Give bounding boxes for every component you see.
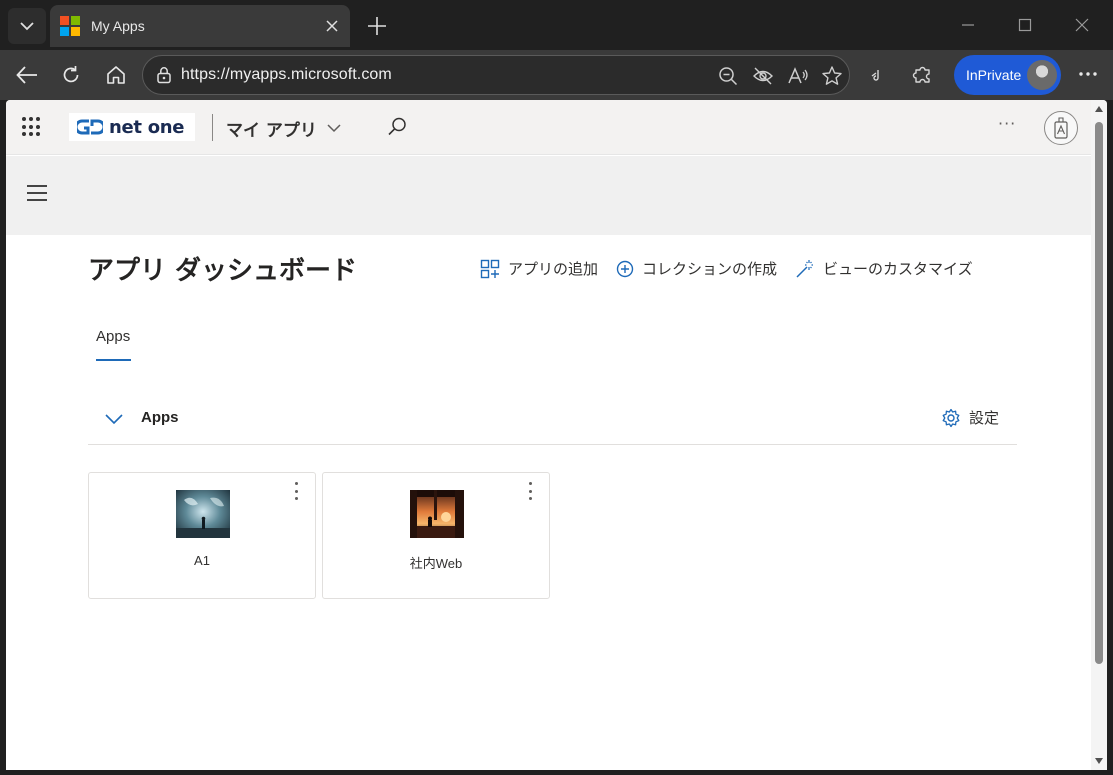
app-tiles: A1 社内Web <box>88 472 550 599</box>
create-collection-label: コレクションの作成 <box>642 260 778 278</box>
section-title: Apps <box>141 409 179 426</box>
tile-more-options-icon[interactable] <box>523 482 537 500</box>
tracking-prevention-icon[interactable] <box>752 65 774 87</box>
close-icon <box>1075 18 1089 32</box>
minimize-icon <box>962 24 974 26</box>
header-more-button[interactable]: ··· <box>998 114 1016 133</box>
hamburger-menu-icon[interactable] <box>27 185 47 201</box>
company-logo[interactable]: net one <box>69 113 195 141</box>
favorite-star-icon[interactable] <box>821 65 843 87</box>
profile-avatar <box>1027 60 1057 90</box>
tab-close-button[interactable] <box>322 16 342 36</box>
close-icon <box>326 20 338 32</box>
back-arrow-icon <box>16 66 37 84</box>
maximize-icon <box>1018 18 1032 32</box>
app-tile-a1[interactable]: A1 <box>88 472 316 599</box>
app-title: マイ アプリ <box>226 121 317 141</box>
inprivate-label: InPrivate <box>966 67 1022 83</box>
url-text[interactable]: https://myapps.microsoft.com <box>181 66 392 84</box>
tab-actions-menu-button[interactable] <box>8 8 46 44</box>
tab-apps[interactable]: Apps <box>96 328 130 345</box>
app-label: A1 <box>194 553 210 568</box>
settings-label: 設定 <box>968 409 999 427</box>
account-avatar[interactable] <box>1044 111 1078 145</box>
scroll-up-arrow-icon[interactable] <box>1095 106 1103 112</box>
page-viewport: net one マイ アプリ ··· アプリ ダッシュボード アプリの追加 コレ… <box>6 100 1107 770</box>
page-scrollbar[interactable] <box>1091 100 1107 770</box>
extensions-puzzle-icon[interactable] <box>909 60 937 88</box>
app-thumbnail-stormy-figure <box>176 490 230 538</box>
zoom-out-icon[interactable] <box>717 65 739 87</box>
app-thumbnail-sunset-room <box>410 490 464 538</box>
brand-text: net one <box>109 116 185 138</box>
chevron-down-icon <box>20 22 34 31</box>
app-header: net one マイ アプリ ··· <box>6 100 1091 155</box>
search-icon <box>388 117 406 136</box>
add-app-label: アプリの追加 <box>508 260 599 278</box>
lock-icon[interactable] <box>154 65 174 85</box>
home-button[interactable] <box>101 61 131 89</box>
create-collection-button[interactable]: コレクションの作成 <box>616 258 777 279</box>
app-label: 社内Web <box>409 556 463 571</box>
add-grid-icon <box>480 259 500 278</box>
navigation-bar <box>6 156 1091 235</box>
maximize-button[interactable] <box>1012 12 1038 38</box>
collapse-section-button[interactable] <box>104 409 124 429</box>
gear-icon <box>942 408 960 427</box>
refresh-icon <box>63 66 79 83</box>
chevron-down-icon <box>105 414 123 425</box>
browser-tab-bar: My Apps <box>0 0 1113 50</box>
media-control-icon[interactable] <box>864 60 892 88</box>
minimize-button[interactable] <box>955 12 981 38</box>
magic-wand-icon <box>796 259 814 278</box>
tile-more-options-icon[interactable] <box>289 482 303 500</box>
microsoft-logo-icon <box>60 16 80 36</box>
add-app-button[interactable]: アプリの追加 <box>480 258 598 279</box>
read-aloud-icon[interactable] <box>787 65 809 87</box>
close-window-button[interactable] <box>1069 12 1095 38</box>
app-launcher-waffle-icon[interactable] <box>22 117 42 137</box>
add-circle-icon <box>616 260 634 277</box>
customize-view-button[interactable]: ビューのカスタマイズ <box>795 258 973 279</box>
apps-section-header: Apps 設定 <box>88 400 1017 445</box>
home-icon <box>107 66 125 84</box>
ellipsis-icon <box>1079 72 1097 76</box>
user-badge-icon <box>1054 117 1068 139</box>
app-tile-intranet-web[interactable]: 社内Web <box>322 472 550 599</box>
browser-more-button[interactable] <box>1074 60 1102 88</box>
chevron-down-icon <box>327 124 341 133</box>
scrollbar-thumb[interactable] <box>1095 122 1103 664</box>
header-divider <box>212 114 213 141</box>
tab-title: My Apps <box>91 18 145 34</box>
dashboard-actions: アプリの追加 コレクションの作成 ビューのカスタマイズ <box>480 258 973 279</box>
search-button[interactable] <box>386 116 408 138</box>
page-title: アプリ ダッシュボード <box>88 256 358 286</box>
new-tab-button[interactable] <box>364 13 390 39</box>
plus-icon <box>368 17 386 35</box>
refresh-button[interactable] <box>56 61 86 89</box>
address-bar[interactable]: https://myapps.microsoft.com <box>142 55 850 95</box>
customize-view-label: ビューのカスタマイズ <box>823 260 973 278</box>
back-button[interactable] <box>12 61 42 89</box>
inprivate-profile-button[interactable]: InPrivate <box>954 55 1061 95</box>
netone-logo-mark-icon <box>77 119 103 135</box>
scroll-down-arrow-icon[interactable] <box>1095 758 1103 764</box>
section-settings-button[interactable]: 設定 <box>941 407 999 428</box>
browser-tab-my-apps[interactable]: My Apps <box>50 5 350 47</box>
app-switcher-menu[interactable]: マイ アプリ <box>226 116 341 141</box>
tab-selected-indicator <box>96 359 131 361</box>
